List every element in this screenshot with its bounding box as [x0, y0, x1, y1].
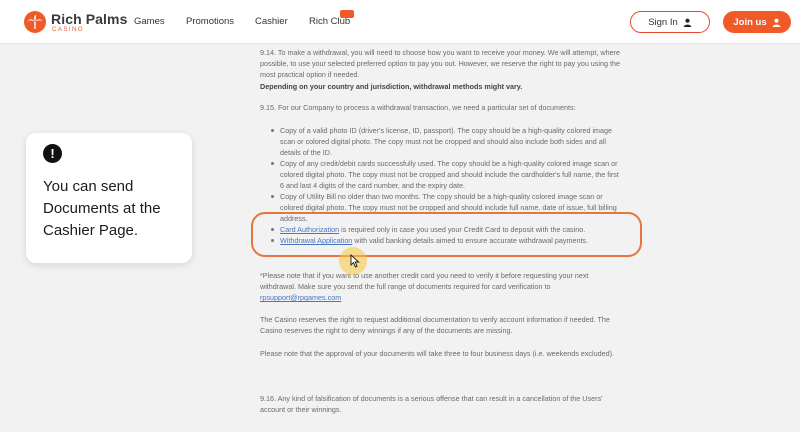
palm-logo-icon[interactable]	[24, 11, 46, 33]
list-item-photo-id: Copy of a valid photo ID (driver's licen…	[271, 125, 622, 159]
clause-9-15: 9.15. For our Company to process a withd…	[260, 103, 576, 112]
verification-note-text: *Please note that if you want to use ano…	[260, 271, 589, 292]
info-card-text: You can send Documents at the Cashier Pa…	[43, 178, 161, 239]
nav-games[interactable]: Games	[134, 16, 165, 27]
list-item-cards: Copy of any credit/debit cards successfu…	[271, 158, 622, 192]
clause-9-14: 9.14. To make a withdrawal, you will nee…	[260, 47, 622, 92]
top-header: Rich Palms CASINO Games Promotions Cashi…	[0, 0, 800, 44]
highlight-ring	[251, 212, 642, 257]
mouse-pointer-icon	[350, 254, 360, 268]
reserve-rights-text: The Casino reserves the right to request…	[260, 315, 610, 336]
join-button[interactable]: Join us	[723, 11, 791, 33]
info-card: ! You can send Documents at the Cashier …	[26, 133, 192, 263]
brand-name[interactable]: Rich Palms	[51, 11, 127, 27]
user-icon	[772, 18, 780, 27]
verification-note: *Please note that if you want to use ano…	[260, 270, 622, 304]
join-label: Join us	[733, 16, 767, 28]
sign-in-button[interactable]: Sign In	[630, 11, 710, 33]
clause-9-14-note: Depending on your country and jurisdicti…	[260, 81, 523, 91]
sign-in-label: Sign In	[648, 16, 678, 28]
clause-9-14-text: 9.14. To make a withdrawal, you will nee…	[260, 48, 620, 80]
brand-subtitle: CASINO	[52, 27, 85, 33]
approval-time-text: Please note that the approval of your do…	[260, 349, 614, 358]
nav-cashier[interactable]: Cashier	[255, 16, 288, 27]
nav-promotions[interactable]: Promotions	[186, 16, 234, 27]
clause-9-16: 9.16. Any kind of falsification of docum…	[260, 394, 603, 415]
new-badge	[340, 10, 354, 18]
exclamation-icon: !	[43, 144, 62, 163]
support-email-link[interactable]: rpsupport@rpgames.com	[260, 293, 341, 302]
user-icon	[683, 18, 692, 27]
